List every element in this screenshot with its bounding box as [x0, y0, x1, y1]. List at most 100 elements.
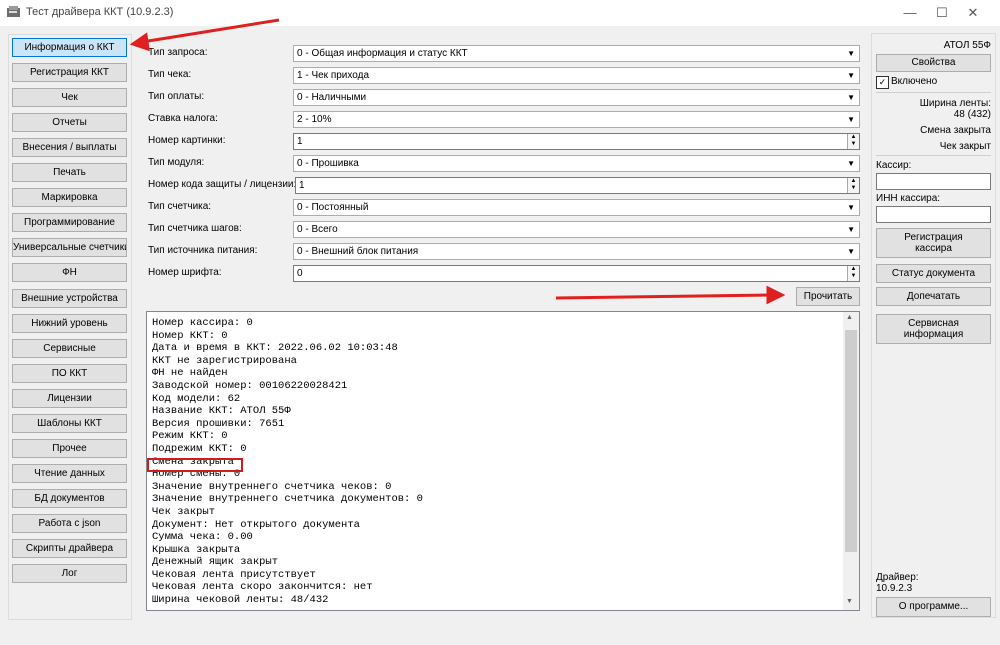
- field-label: Тип счетчика:: [148, 201, 212, 212]
- scrollbar-thumb[interactable]: [845, 330, 857, 552]
- spin-arrows-icon[interactable]: ▲ ▼: [847, 266, 859, 281]
- dropdown-value: 0 - Постоянный: [297, 202, 369, 213]
- field-label: Номер картинки:: [148, 135, 226, 146]
- dropdown-value: 0 - Всего: [297, 224, 338, 235]
- nav-item-21[interactable]: Скрипты драйвера: [12, 539, 127, 558]
- register-cashier-button[interactable]: Регистрация кассира: [876, 228, 991, 258]
- chevron-down-icon[interactable]: ▼: [847, 244, 855, 259]
- chevron-down-icon[interactable]: ▼: [847, 112, 855, 127]
- divider: [876, 155, 991, 156]
- register-cashier-line1: Регистрация: [904, 232, 963, 243]
- field-label: Ставка налога:: [148, 113, 218, 124]
- nav-item-22[interactable]: Лог: [12, 564, 127, 583]
- field-dropdown[interactable]: 0 - Внешний блок питания ▼: [293, 243, 860, 260]
- log-scrollbar[interactable]: ▲ ▼: [843, 312, 859, 610]
- service-info-line1: Сервисная: [908, 318, 959, 329]
- nav-item-20[interactable]: Работа с json: [12, 514, 127, 533]
- close-button[interactable]: ✕: [950, 0, 996, 26]
- chevron-down-icon[interactable]: ▼: [847, 156, 855, 171]
- log-line: Документ: Нет открытого документа: [152, 518, 360, 531]
- field-spinbox[interactable]: 0 ▲ ▼: [293, 265, 860, 282]
- log-line: Крышка закрыта: [152, 543, 241, 556]
- scroll-up-icon[interactable]: ▲: [846, 314, 853, 321]
- log-line: Режим ККТ: 0: [152, 430, 228, 443]
- service-info-button[interactable]: Сервисная информация: [876, 314, 991, 344]
- chevron-down-icon[interactable]: ▼: [847, 90, 855, 105]
- spin-arrows-icon[interactable]: ▲ ▼: [847, 134, 859, 149]
- spin-arrows-icon[interactable]: ▲ ▼: [847, 178, 859, 193]
- nav-item-3[interactable]: Чек: [12, 88, 127, 107]
- log-line: Значение внутреннего счетчика документов…: [152, 493, 423, 506]
- log-line: Дата и время в ККТ: 2022.06.02 10:03:48: [152, 342, 398, 355]
- document-status-button[interactable]: Статус документа: [876, 264, 991, 283]
- field-dropdown[interactable]: 2 - 10% ▼: [293, 111, 860, 128]
- log-line: Сумма чека: 0.00: [152, 531, 253, 544]
- nav-item-1[interactable]: Информация о ККТ: [12, 38, 127, 57]
- chevron-down-icon[interactable]: ▼: [847, 68, 855, 83]
- field-spinbox[interactable]: 1 ▲ ▼: [295, 177, 860, 194]
- nav-item-2[interactable]: Регистрация ККТ: [12, 63, 127, 82]
- nav-item-17[interactable]: Прочее: [12, 439, 127, 458]
- field-dropdown[interactable]: 0 - Общая информация и статус ККТ ▼: [293, 45, 860, 62]
- spinbox-value: 1: [297, 136, 303, 147]
- nav-item-6[interactable]: Печать: [12, 163, 127, 182]
- dropdown-value: 0 - Прошивка: [297, 158, 359, 169]
- field-dropdown[interactable]: 0 - Всего ▼: [293, 221, 860, 238]
- log-line: Код модели: 62: [152, 392, 241, 405]
- about-button[interactable]: О программе...: [876, 597, 991, 617]
- nav-item-5[interactable]: Внесения / выплаты: [12, 138, 127, 157]
- nav-item-15[interactable]: Лицензии: [12, 389, 127, 408]
- field-label: Тип источника питания:: [148, 245, 258, 256]
- register-cashier-line2: кассира: [915, 243, 952, 254]
- cashier-input[interactable]: [876, 173, 991, 190]
- log-line: Значение внутреннего счетчика чеков: 0: [152, 480, 392, 493]
- field-dropdown[interactable]: 0 - Прошивка ▼: [293, 155, 860, 172]
- nav-item-16[interactable]: Шаблоны ККТ: [12, 414, 127, 433]
- dropdown-value: 1 - Чек прихода: [297, 70, 370, 81]
- read-button[interactable]: Прочитать: [796, 287, 860, 306]
- log-line: Денежный ящик закрыт: [152, 556, 279, 569]
- scroll-down-icon[interactable]: ▼: [846, 598, 853, 605]
- nav-item-10[interactable]: ФН: [12, 263, 127, 282]
- field-label: Номер кода защиты / лицензии:: [148, 179, 297, 190]
- enabled-checkbox-row[interactable]: ✓ Включено: [876, 76, 991, 89]
- nav-item-19[interactable]: БД документов: [12, 489, 127, 508]
- arrow-to-read-button: [555, 285, 786, 305]
- nav-item-14[interactable]: ПО ККТ: [12, 364, 127, 383]
- chevron-down-icon[interactable]: ▼: [847, 222, 855, 237]
- field-spinbox[interactable]: 1 ▲ ▼: [293, 133, 860, 150]
- dropdown-value: 0 - Наличными: [297, 92, 367, 103]
- nav-item-13[interactable]: Сервисные: [12, 339, 127, 358]
- spinbox-value: 1: [299, 180, 305, 191]
- chevron-down-icon[interactable]: ▼: [847, 200, 855, 215]
- service-info-line2: информация: [903, 329, 964, 340]
- app-icon: [7, 6, 20, 17]
- nav-item-18[interactable]: Чтение данных: [12, 464, 127, 483]
- field-dropdown[interactable]: 0 - Наличными ▼: [293, 89, 860, 106]
- field-dropdown[interactable]: 0 - Постоянный ▼: [293, 199, 860, 216]
- log-line: ФН не найден: [152, 367, 228, 380]
- enabled-label: Включено: [891, 76, 938, 87]
- field-dropdown[interactable]: 1 - Чек прихода ▼: [293, 67, 860, 84]
- checkbox-icon[interactable]: ✓: [876, 76, 889, 89]
- chevron-down-icon[interactable]: ▼: [847, 46, 855, 61]
- nav-item-9[interactable]: Универсальные счетчики: [12, 238, 127, 257]
- dropdown-value: 0 - Общая информация и статус ККТ: [297, 48, 468, 59]
- properties-button[interactable]: Свойства: [876, 54, 991, 72]
- log-line: Номер кассира: 0: [152, 317, 253, 329]
- result-log[interactable]: Номер кассира: 0 Номер ККТ: 0 Дата и время…: [146, 311, 860, 611]
- nav-item-7[interactable]: Маркировка: [12, 188, 127, 207]
- cashier-inn-input[interactable]: [876, 206, 991, 223]
- log-line: Ширина чековой ленты: 48/432: [152, 594, 329, 607]
- log-line: Чековая лента скоро закончится: нет: [152, 581, 373, 594]
- window-title: Тест драйвера ККТ (10.9.2.3): [26, 6, 174, 18]
- device-model: АТОЛ 55Ф: [943, 40, 991, 51]
- reprint-button[interactable]: Допечатать: [876, 287, 991, 306]
- nav-item-8[interactable]: Программирование: [12, 213, 127, 232]
- log-line: Заводской номер: 00106220028421: [152, 379, 348, 392]
- nav-item-11[interactable]: Внешние устройства: [12, 289, 127, 308]
- nav-item-12[interactable]: Нижний уровень: [12, 314, 127, 333]
- nav-item-4[interactable]: Отчеты: [12, 113, 127, 132]
- field-label: Тип чека:: [148, 69, 192, 80]
- shift-status: Смена закрыта: [920, 125, 991, 136]
